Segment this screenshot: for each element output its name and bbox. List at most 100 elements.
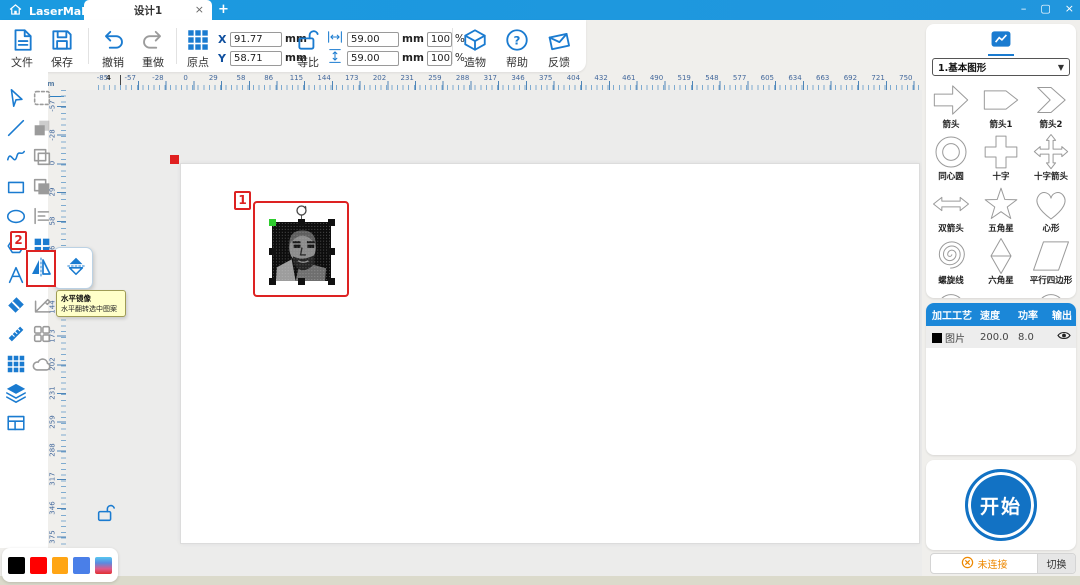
shape-label: 双箭头 xyxy=(938,222,964,234)
shape-circle-icon xyxy=(1031,288,1071,298)
selection-handle[interactable] xyxy=(269,278,276,285)
switch-device-button[interactable]: 切换 xyxy=(1037,554,1075,573)
shape-item-parallelogram[interactable]: 平行四边形 xyxy=(1026,236,1076,288)
bottom-strip xyxy=(0,576,1080,585)
shape-label: 螺旋线 xyxy=(938,274,964,286)
mirror-horizontal-highlight[interactable] xyxy=(26,250,56,287)
color-swatch-ff0000[interactable] xyxy=(30,557,47,574)
x-label: X xyxy=(218,33,227,46)
shape-none-icon xyxy=(981,288,1021,298)
shape-item-concentric[interactable]: 同心圆 xyxy=(926,132,976,184)
canvas-area[interactable] xyxy=(66,90,922,576)
h-ruler-label: -85 xyxy=(91,74,115,82)
selection-handle[interactable] xyxy=(298,219,305,226)
width-percent-input[interactable]: 100 xyxy=(427,32,452,47)
tool-layers[interactable] xyxy=(3,380,29,406)
tool-select[interactable] xyxy=(3,85,29,111)
h-ruler-label: 750 xyxy=(894,74,918,82)
tool-eraser[interactable] xyxy=(3,292,29,318)
shape-item-star5[interactable]: 五角星 xyxy=(976,184,1026,236)
redo-button[interactable]: 重做 xyxy=(133,26,173,70)
document-tab[interactable]: 设计1 × xyxy=(84,0,212,20)
mirror-vertical-icon[interactable] xyxy=(65,255,87,281)
connection-status-bar: 未连接 切换 xyxy=(930,553,1076,574)
mirror-flyout xyxy=(53,247,93,289)
tool-copy[interactable] xyxy=(29,115,55,141)
tool-weld[interactable] xyxy=(29,321,55,347)
make-button[interactable]: 造物 xyxy=(455,26,495,70)
feedback-button[interactable]: 反馈 xyxy=(539,26,579,70)
h-ruler-label: 173 xyxy=(340,74,364,82)
selection-handle[interactable] xyxy=(328,248,335,255)
shape-label: 箭头1 xyxy=(990,118,1013,130)
maximize-button[interactable]: ▢ xyxy=(1040,2,1050,15)
shape-item-spiral[interactable]: 螺旋线 xyxy=(926,236,976,288)
shape-concentric-icon xyxy=(931,132,971,172)
undo-button[interactable]: 撤销 xyxy=(93,26,133,70)
file-button[interactable]: 文件 xyxy=(2,26,42,70)
color-swatch-multicolor[interactable] xyxy=(95,557,112,574)
output-visibility-toggle[interactable] xyxy=(1052,329,1076,345)
origin-grid-icon xyxy=(178,26,218,54)
tool-measure[interactable] xyxy=(3,321,29,347)
tab-close-icon[interactable]: × xyxy=(195,3,204,16)
shape-item-arrow1[interactable]: 箭头1 xyxy=(976,80,1026,132)
start-button[interactable]: 开始 xyxy=(965,469,1037,541)
selection-handle-active[interactable] xyxy=(269,219,276,226)
shape-item-cross[interactable]: 十字 xyxy=(976,132,1026,184)
tool-align[interactable] xyxy=(29,203,55,229)
minimize-button[interactable]: – xyxy=(1021,2,1027,15)
tool-rectangle[interactable] xyxy=(3,174,29,200)
ratio-lock-button[interactable]: 等比 xyxy=(288,26,328,70)
tool-marquee-select[interactable] xyxy=(29,85,55,111)
selection-handle[interactable] xyxy=(328,219,335,226)
tool-line[interactable] xyxy=(3,115,29,141)
new-tab-button[interactable]: + xyxy=(218,2,229,17)
selection-handle[interactable] xyxy=(298,278,305,285)
h-ruler-label: 375 xyxy=(534,74,558,82)
height-input[interactable]: 59.00 xyxy=(347,51,399,66)
process-row[interactable]: 图片200.08.0 xyxy=(926,326,1076,348)
origin-button[interactable]: 原点 xyxy=(178,26,218,70)
color-swatch-ffa514[interactable] xyxy=(52,557,69,574)
engraved-portrait-image[interactable] xyxy=(272,222,331,281)
tool-array-grid[interactable] xyxy=(3,351,29,377)
svg-text:?: ? xyxy=(514,33,521,47)
layer-color-swatch xyxy=(932,333,942,343)
tool-subtract[interactable] xyxy=(29,174,55,200)
shape-item-arrow2[interactable]: 箭头2 xyxy=(1026,80,1076,132)
height-percent-input[interactable]: 100 xyxy=(427,51,452,66)
shape-item-circle[interactable] xyxy=(926,288,976,298)
step-badge-1: 1 xyxy=(234,191,251,210)
selection-handle[interactable] xyxy=(269,248,276,255)
shape-item-none[interactable] xyxy=(976,288,1026,298)
tool-layout[interactable] xyxy=(3,410,29,436)
close-button[interactable]: × xyxy=(1065,2,1074,15)
y-input[interactable]: 58.71 xyxy=(230,51,282,66)
width-input[interactable]: 59.00 xyxy=(347,32,399,47)
shape-item-double-arrow[interactable]: 双箭头 xyxy=(926,184,976,236)
tool-ellipse[interactable] xyxy=(3,203,29,229)
tool-curve[interactable] xyxy=(3,144,29,170)
shape-item-circle[interactable] xyxy=(1026,288,1076,298)
gallery-tab[interactable] xyxy=(988,30,1014,56)
shape-item-cross-arrow[interactable]: 十字箭头 xyxy=(1026,132,1076,184)
shape-item-heart[interactable]: 心形 xyxy=(1026,184,1076,236)
process-col-2: 功率 xyxy=(1018,307,1052,322)
shape-item-arrow[interactable]: 箭头 xyxy=(926,80,976,132)
x-input[interactable]: 91.77 xyxy=(230,32,282,47)
selection-handle[interactable] xyxy=(328,278,335,285)
tool-overlap[interactable] xyxy=(29,144,55,170)
process-col-1: 速度 xyxy=(980,307,1018,322)
help-button[interactable]: ?帮助 xyxy=(497,26,537,70)
h-ruler-label: 86 xyxy=(257,74,281,82)
shape-item-star6[interactable]: 六角星 xyxy=(976,236,1026,288)
canvas-unlock-icon[interactable] xyxy=(95,502,117,528)
save-button[interactable]: 保存 xyxy=(42,26,82,70)
tool-protractor[interactable] xyxy=(29,292,55,318)
color-swatch-4a7fe8[interactable] xyxy=(73,557,90,574)
shape-category-dropdown[interactable]: 1.基本图形 ▼ xyxy=(932,58,1070,76)
tool-cloud[interactable] xyxy=(29,351,55,377)
color-swatch-000000[interactable] xyxy=(8,557,25,574)
home-icon xyxy=(8,2,23,20)
